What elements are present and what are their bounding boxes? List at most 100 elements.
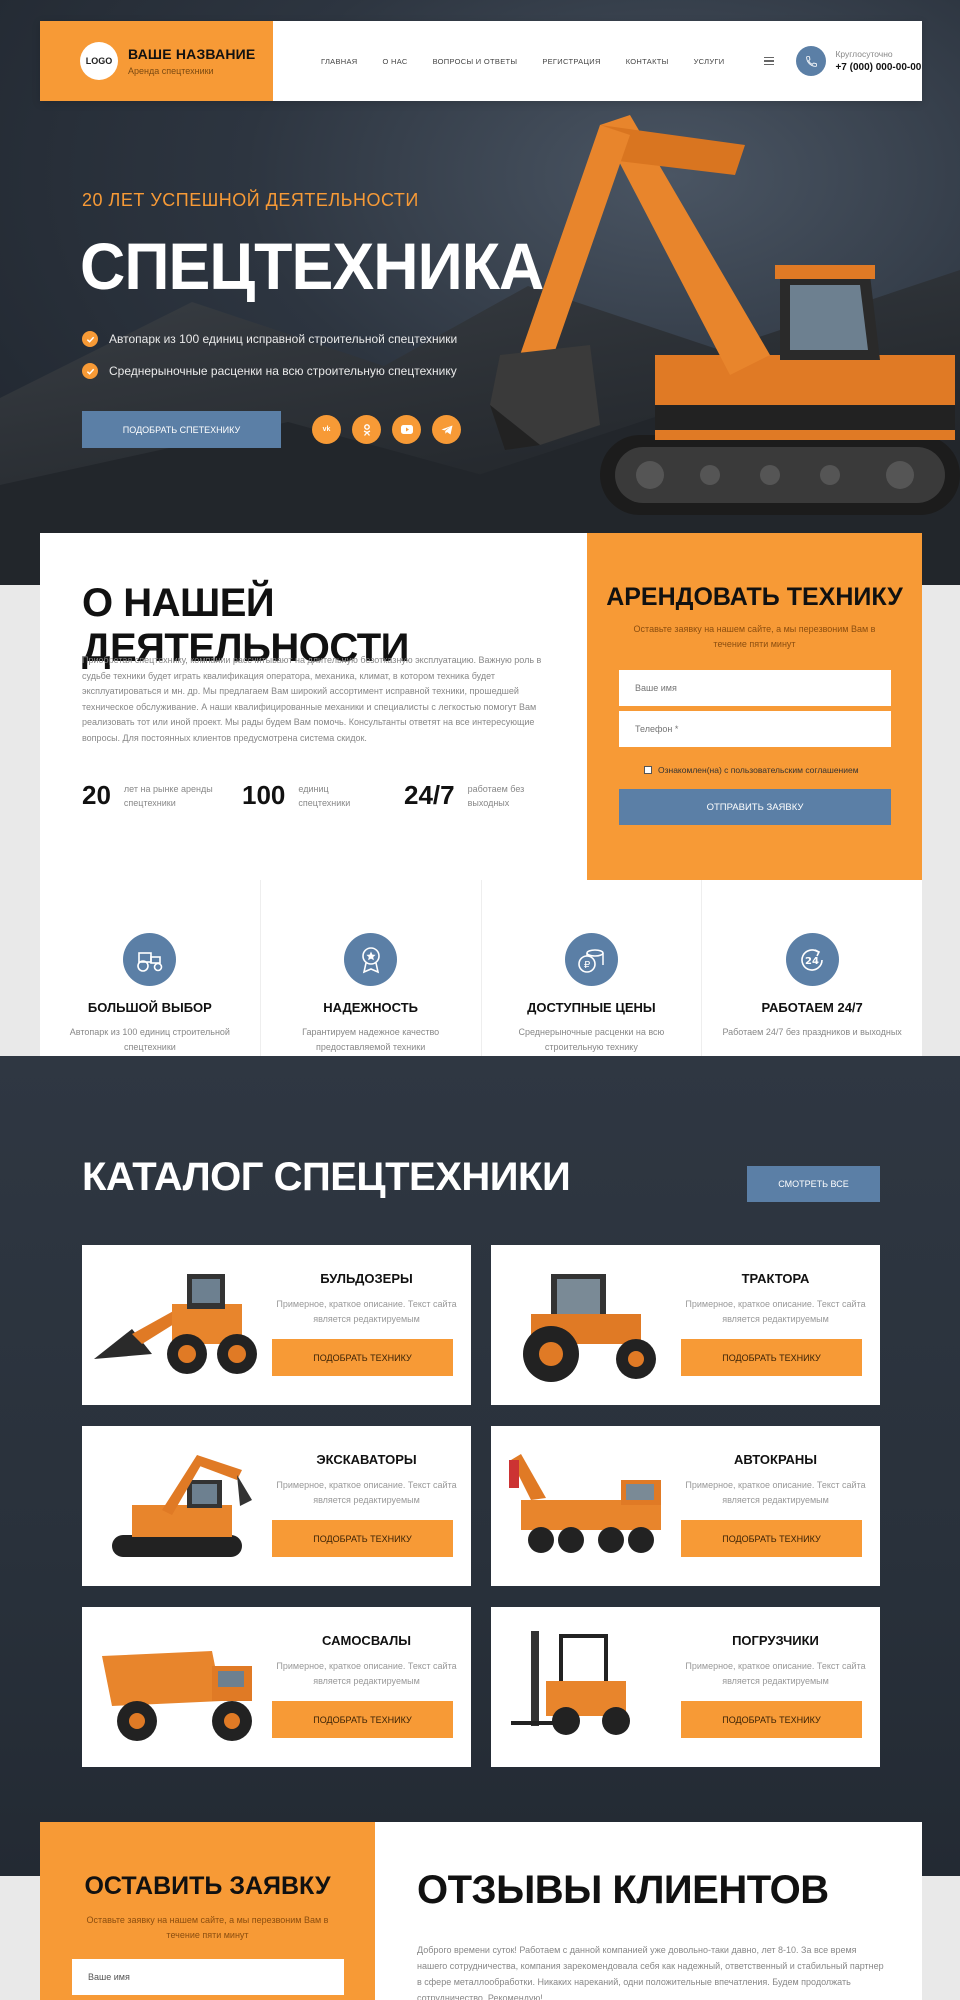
feature-desc: Работаем 24/7 без праздников и выходных — [722, 1027, 902, 1037]
forklift-image — [511, 1631, 630, 1735]
nav-services[interactable]: УСЛУГИ — [694, 57, 725, 66]
menu-icon[interactable] — [764, 56, 775, 66]
hero-title: СПЕЦТЕХНИКА — [80, 229, 544, 303]
stat-item: 20 лет на рынке аренды спецтехники — [82, 780, 213, 811]
nav-registration[interactable]: РЕГИСТРАЦИЯ — [542, 57, 600, 66]
card-title: ЭКСКАВАТОРЫ — [316, 1452, 417, 1467]
card-desc: Примерное, краткое описание. Текст сайта… — [685, 1299, 866, 1324]
agreement-checkbox[interactable]: Ознакомлен(на) с пользовательским соглаш… — [644, 765, 859, 775]
youtube-icon[interactable] — [392, 415, 421, 444]
phone-contact[interactable]: Круглосуточно +7 (000) 000-00-00 — [796, 21, 921, 101]
order-title: ОСТАВИТЬ ЗАЯВКУ — [84, 1872, 331, 1900]
feature-title: НАДЕЖНОСТЬ — [323, 1000, 419, 1015]
card-desc: Примерное, краткое описание. Текст сайта… — [276, 1480, 457, 1505]
catalog-card[interactable]: АВТОКРАНЫ Примерное, краткое описание. Т… — [491, 1426, 880, 1586]
submit-button[interactable]: ОТПРАВИТЬ ЗАЯВКУ — [619, 789, 891, 825]
card-desc: Примерное, краткое описание. Текст сайта… — [276, 1661, 457, 1686]
phone-icon — [796, 46, 827, 76]
crane-truck-image — [509, 1454, 661, 1553]
catalog-title: КАТАЛОГ СПЕЦТЕХНИКИ — [82, 1155, 571, 1199]
rent-title: АРЕНДОВАТЬ ТЕХНИКУ — [606, 583, 903, 611]
excavator-image — [112, 1455, 252, 1557]
stat-number: 100 — [242, 780, 286, 810]
about-section: О НАШЕЙ ДЕЯТЕЛЬНОСТИ Приобретая спецтехн… — [40, 533, 587, 880]
nav-home[interactable]: ГЛАВНАЯ — [321, 57, 358, 66]
tractor-image — [523, 1274, 656, 1382]
catalog-card[interactable]: САМОСВАЛЫ Примерное, краткое описание. Т… — [82, 1607, 471, 1767]
card-title: БУЛЬДОЗЕРЫ — [320, 1271, 413, 1286]
nav-faq[interactable]: ВОПРОСЫ И ОТВЕТЫ — [433, 57, 518, 66]
reviews-section: ОТЗЫВЫ КЛИЕНТОВ Доброго времени суток! Р… — [375, 1822, 922, 2000]
loader-image — [94, 1274, 257, 1374]
stat-label: работаем без — [467, 783, 525, 794]
check-icon — [82, 363, 98, 379]
feature-title: ДОСТУПНЫЕ ЦЕНЫ — [527, 1000, 656, 1015]
stat-label: выходных — [467, 797, 510, 808]
rent-subtitle: Оставьте заявку на нашем сайте, а мы пер… — [633, 624, 876, 649]
hero-years: 20 ЛЕТ УСПЕШНОЙ ДЕЯТЕЛЬНОСТИ — [82, 190, 419, 210]
excavator-hero-image — [490, 115, 960, 515]
catalog-card[interactable]: БУЛЬДОЗЕРЫ Примерное, краткое описание. … — [82, 1245, 471, 1405]
hero-bullet-text: Автопарк из 100 единиц исправной строите… — [109, 332, 458, 346]
social-links: vk — [312, 415, 461, 444]
card-desc: Примерное, краткое описание. Текст сайта… — [685, 1661, 866, 1686]
stat-item: 100 единиц спецтехники — [242, 780, 350, 811]
card-title: АВТОКРАНЫ — [734, 1452, 817, 1467]
checkbox[interactable] — [644, 766, 652, 774]
card-select-button[interactable]: ПОДОБРАТЬ ТЕХНИКУ — [272, 1701, 453, 1738]
nav-about[interactable]: О НАС — [383, 57, 408, 66]
vk-icon[interactable]: vk — [312, 415, 341, 444]
telegram-icon[interactable] — [432, 415, 461, 444]
card-select-button[interactable]: ПОДОБРАТЬ ТЕХНИКУ — [681, 1520, 862, 1557]
brand-name: ВАШЕ НАЗВАНИЕ — [128, 46, 256, 62]
catalog-card[interactable]: ПОГРУЗЧИКИ Примерное, краткое описание. … — [491, 1607, 880, 1767]
logo[interactable]: LOGO — [80, 42, 118, 80]
card-desc: Примерное, краткое описание. Текст сайта… — [685, 1480, 866, 1505]
svg-text:₽: ₽ — [584, 960, 591, 971]
ok-icon[interactable] — [352, 415, 381, 444]
svg-text:24: 24 — [805, 956, 819, 967]
phone-label: Круглосуточно — [835, 49, 893, 59]
nav-contacts[interactable]: КОНТАКТЫ — [626, 57, 669, 66]
catalog-card[interactable]: ЭКСКАВАТОРЫ Примерное, краткое описание.… — [82, 1426, 471, 1586]
stat-label: единиц — [298, 783, 329, 794]
catalog-card[interactable]: ТРАКТОРА Примерное, краткое описание. Те… — [491, 1245, 880, 1405]
stat-label: лет на рынке аренды — [123, 783, 213, 794]
hero-bullet-text: Среднерыночные расценки на всю строитель… — [109, 364, 457, 378]
site-header: LOGO ВАШЕ НАЗВАНИЕ Аренда спецтехники ГЛ… — [40, 21, 922, 101]
name-input[interactable] — [619, 670, 891, 706]
hero-bullet: Автопарк из 100 единиц исправной строите… — [82, 331, 457, 347]
order-name-input[interactable]: Ваше имя — [72, 1959, 344, 1995]
stat-item: 24/7 работаем без выходных — [404, 780, 524, 811]
tractor-icon — [123, 933, 177, 986]
card-desc: Примерное, краткое описание. Текст сайта… — [276, 1299, 457, 1324]
award-icon — [344, 933, 398, 986]
card-title: ТРАКТОРА — [741, 1271, 810, 1286]
see-all-button[interactable]: СМОТРЕТЬ ВСЕ — [747, 1166, 880, 1202]
feature-desc: Гарантируем надежное качество предоставл… — [302, 1027, 440, 1052]
rent-form: АРЕНДОВАТЬ ТЕХНИКУ Оставьте заявку на на… — [587, 533, 922, 880]
hero-cta-button[interactable]: ПОДОБРАТЬ СПЕТЕХНИКУ — [82, 411, 281, 448]
stat-number: 20 — [82, 780, 111, 810]
card-select-button[interactable]: ПОДОБРАТЬ ТЕХНИКУ — [272, 1520, 453, 1557]
feature-title: БОЛЬШОЙ ВЫБОР — [87, 1000, 212, 1015]
review-text: Доброго времени суток! Работаем с данной… — [417, 1945, 884, 2000]
phone-number[interactable]: +7 (000) 000-00-00 — [835, 62, 921, 73]
coins-icon: ₽ — [564, 933, 618, 986]
phone-input[interactable] — [619, 711, 891, 747]
card-select-button[interactable]: ПОДОБРАТЬ ТЕХНИКУ — [681, 1701, 862, 1738]
order-form: ОСТАВИТЬ ЗАЯВКУ Оставьте заявку на нашем… — [40, 1822, 375, 2000]
about-text: Приобретая спецтехнику, компании рассчит… — [82, 655, 542, 743]
stat-label: спецтехники — [298, 797, 351, 808]
brand-block[interactable]: LOGO ВАШЕ НАЗВАНИЕ Аренда спецтехники — [40, 21, 273, 101]
dump-truck-image — [102, 1651, 252, 1741]
order-subtitle: Оставьте заявку на нашем сайте, а мы пер… — [86, 1915, 329, 1940]
reviews-title: ОТЗЫВЫ КЛИЕНТОВ — [417, 1868, 829, 1912]
card-title: САМОСВАЛЫ — [322, 1633, 411, 1648]
main-nav: ГЛАВНАЯ О НАС ВОПРОСЫ И ОТВЕТЫ РЕГИСТРАЦ… — [321, 21, 724, 101]
feature-desc: Автопарк из 100 единиц строительной спец… — [69, 1027, 230, 1052]
card-title: ПОГРУЗЧИКИ — [732, 1633, 819, 1648]
card-select-button[interactable]: ПОДОБРАТЬ ТЕХНИКУ — [681, 1339, 862, 1376]
brand-tagline: Аренда спецтехники — [128, 66, 214, 76]
card-select-button[interactable]: ПОДОБРАТЬ ТЕХНИКУ — [272, 1339, 453, 1376]
